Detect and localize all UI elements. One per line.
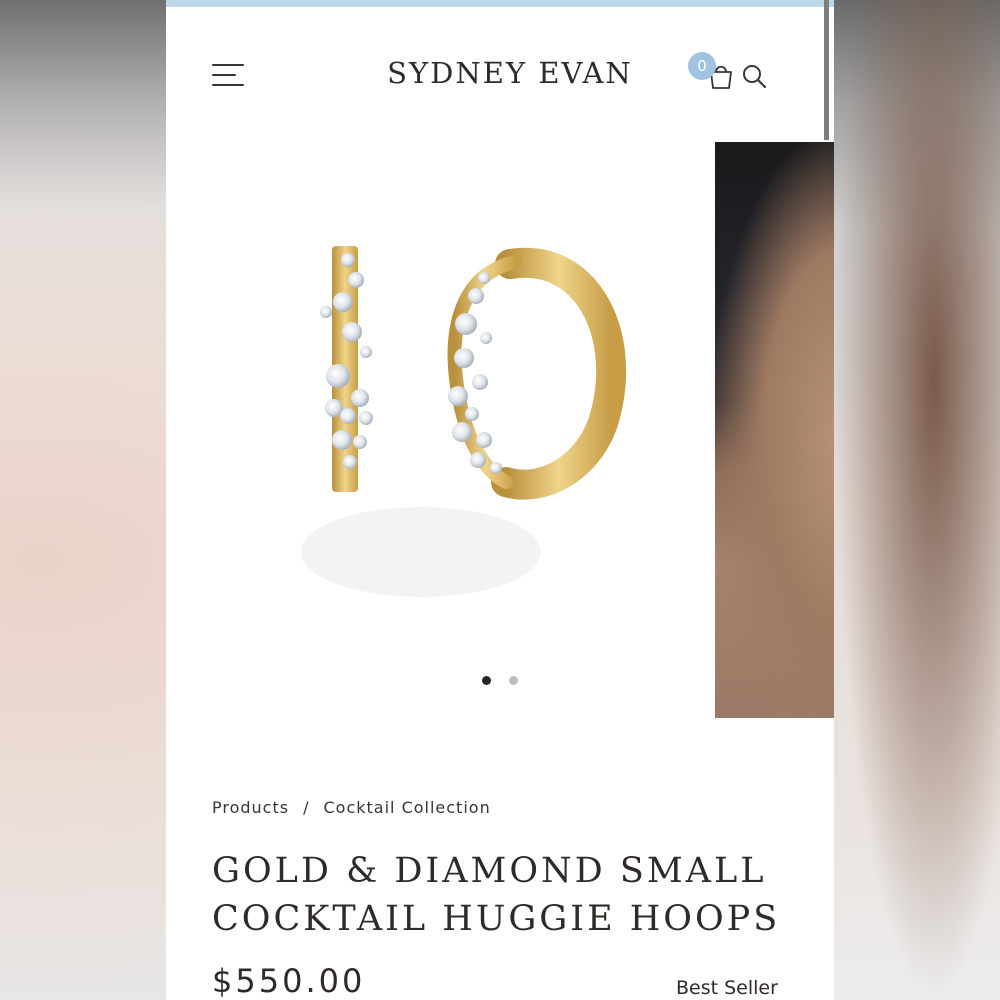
breadcrumb-products[interactable]: Products: [212, 798, 289, 817]
top-accent-bar: [166, 0, 834, 7]
carousel-dot-active[interactable]: [482, 676, 491, 685]
product-title-line-1: GOLD & DIAMOND SMALL: [212, 851, 767, 891]
carousel-dot[interactable]: [509, 676, 518, 685]
product-image-main[interactable]: [166, 142, 714, 720]
right-earring-hoop: [491, 247, 627, 500]
huggie-hoops-image: [301, 246, 627, 597]
product-page: SYDNEY EVAN 0 Products / Cocktail Collec…: [166, 0, 834, 1000]
breadcrumb-cocktail-collection[interactable]: Cocktail Collection: [323, 798, 490, 817]
brand-logo[interactable]: SYDNEY EVAN: [326, 56, 694, 90]
search-icon[interactable]: [740, 62, 768, 90]
breadcrumb-separator: /: [303, 798, 310, 817]
product-image-carousel[interactable]: [166, 142, 834, 720]
product-title-line-2: COCKTAIL HUGGIE HOOPS: [212, 899, 781, 939]
blurred-background-right: [834, 0, 1000, 1000]
carousel-dots: [166, 672, 714, 688]
product-image-next[interactable]: [715, 142, 834, 718]
breadcrumb: Products / Cocktail Collection: [212, 798, 491, 817]
product-title: GOLD & DIAMOND SMALL COCKTAIL HUGGIE HOO…: [212, 847, 812, 943]
product-price: $550.00: [212, 962, 366, 1000]
cart-count-badge[interactable]: 0: [688, 52, 716, 80]
hamburger-icon[interactable]: [212, 62, 244, 88]
best-seller-badge: Best Seller: [676, 977, 778, 999]
scrollbar[interactable]: [824, 0, 829, 140]
